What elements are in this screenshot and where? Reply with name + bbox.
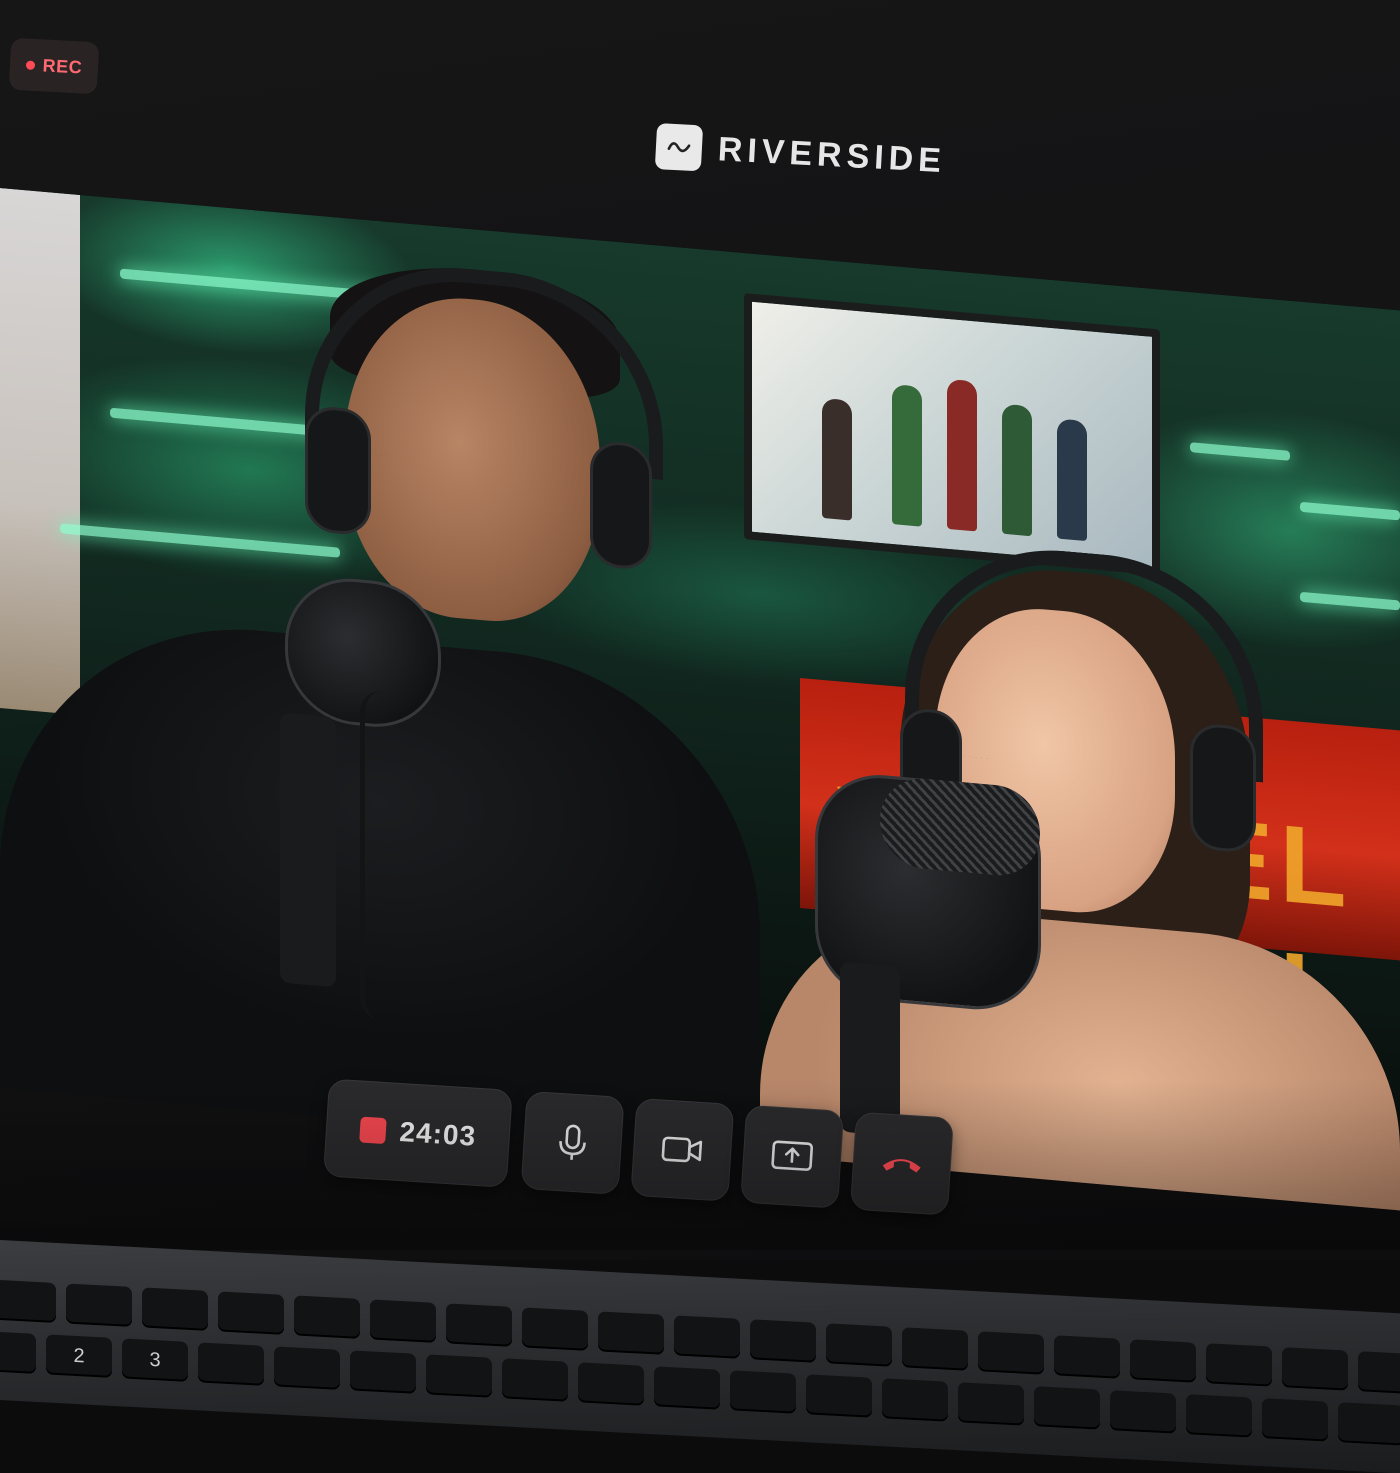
tv-figure: [947, 379, 977, 532]
riverside-app-window: REC RIVERSIDE Y EL PI: [0, 0, 1400, 1260]
recording-badge: REC: [9, 38, 100, 95]
keyboard-key[interactable]: [1338, 1402, 1400, 1445]
video-feed: Y EL PI: [0, 188, 1400, 1210]
keyboard-key[interactable]: [958, 1382, 1024, 1425]
keyboard-key[interactable]: [598, 1311, 664, 1354]
keyboard-key[interactable]: [1130, 1339, 1196, 1382]
keyboard-key[interactable]: [1054, 1335, 1120, 1378]
keyboard-key[interactable]: [654, 1366, 720, 1409]
guest-ear-cup: [1190, 722, 1256, 854]
keyboard-key-2[interactable]: 2: [46, 1334, 112, 1377]
keyboard-key[interactable]: [978, 1331, 1044, 1374]
keyboard-key[interactable]: [294, 1295, 360, 1338]
keyboard-key[interactable]: [902, 1327, 968, 1370]
recording-timer: 24:03: [399, 1116, 477, 1153]
microphone-icon: [553, 1122, 591, 1164]
tv-figure: [1057, 418, 1087, 541]
side-wall: [0, 188, 80, 715]
leave-call-button[interactable]: [850, 1112, 954, 1216]
keyboard-key[interactable]: [1206, 1343, 1272, 1386]
keyboard-key[interactable]: [502, 1358, 568, 1401]
keyboard-key[interactable]: [66, 1283, 132, 1326]
keyboard-key[interactable]: [426, 1354, 492, 1397]
stop-recording-button[interactable]: 24:03: [323, 1078, 513, 1187]
share-screen-button[interactable]: [740, 1105, 844, 1209]
record-dot-icon: [26, 60, 35, 69]
keyboard-key[interactable]: [0, 1330, 36, 1373]
laptop-keyboard-deck: 2 3: [0, 1240, 1400, 1473]
riverside-logo-icon: [655, 123, 703, 171]
keyboard-key[interactable]: [0, 1279, 56, 1322]
keyboard-key[interactable]: [1110, 1390, 1176, 1433]
keyboard-key[interactable]: [218, 1291, 284, 1334]
wall-tv: [744, 293, 1160, 575]
keyboard-key[interactable]: [198, 1342, 264, 1385]
keyboard-key[interactable]: [750, 1319, 816, 1362]
keyboard-key[interactable]: [1282, 1347, 1348, 1390]
key-label: 3: [149, 1348, 160, 1372]
keyboard-key[interactable]: [730, 1370, 796, 1413]
tv-figure: [892, 384, 922, 527]
key-label: 2: [73, 1344, 84, 1368]
keyboard-key[interactable]: [274, 1346, 340, 1389]
keyboard-key[interactable]: [826, 1323, 892, 1366]
keyboard-key[interactable]: [578, 1362, 644, 1405]
keyboard-key[interactable]: [350, 1350, 416, 1393]
stop-square-icon: [359, 1117, 387, 1145]
hang-up-icon: [878, 1150, 925, 1177]
microphone-button[interactable]: [521, 1091, 625, 1195]
host-ear-cup: [305, 405, 371, 537]
keyboard-key[interactable]: [674, 1315, 740, 1358]
keyboard-key[interactable]: [1186, 1394, 1252, 1437]
tv-figure: [1002, 404, 1032, 537]
host-ear-cup: [590, 440, 652, 571]
keyboard-key[interactable]: [370, 1299, 436, 1342]
keyboard-key[interactable]: [522, 1307, 588, 1350]
keyboard-key[interactable]: [1262, 1398, 1328, 1441]
tv-figure: [822, 398, 852, 521]
keyboard-key[interactable]: [1034, 1386, 1100, 1429]
keyboard-key[interactable]: [1358, 1351, 1400, 1394]
host-mic-cable: [360, 689, 405, 1023]
keyboard-key[interactable]: [446, 1303, 512, 1346]
keyboard-key-3[interactable]: 3: [122, 1338, 188, 1381]
camera-button[interactable]: [630, 1098, 734, 1202]
brand-name: RIVERSIDE: [717, 130, 947, 181]
keyboard-key[interactable]: [142, 1287, 208, 1330]
keyboard-key[interactable]: [806, 1374, 872, 1417]
brand-header: RIVERSIDE: [654, 116, 947, 191]
share-screen-icon: [769, 1137, 815, 1176]
recording-label: REC: [42, 55, 83, 78]
host-mic-stand: [280, 712, 336, 987]
video-camera-icon: [659, 1132, 705, 1167]
